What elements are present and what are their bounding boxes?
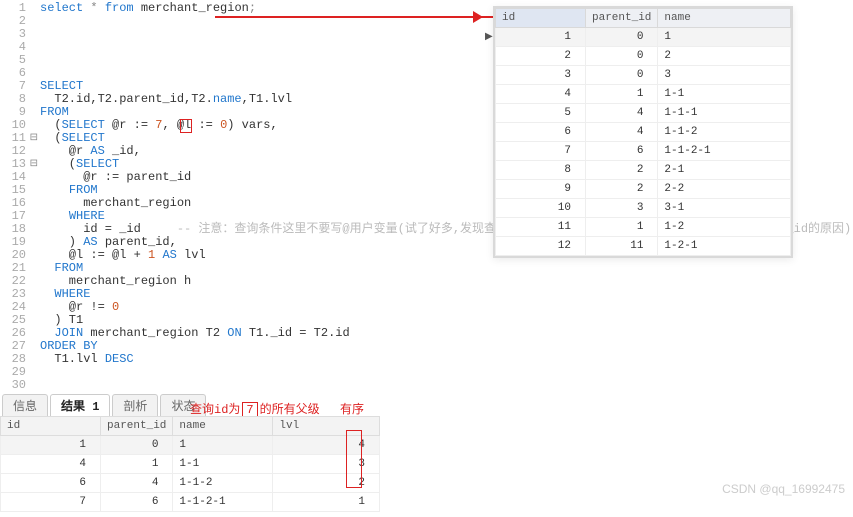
result-grid[interactable]: id parent_id name lvl ▶1014411-13641-1-2… xyxy=(0,416,380,512)
result-tabs: 信息 结果 1 剖析 状态 xyxy=(2,396,206,416)
table-row[interactable]: 411-1 xyxy=(496,85,791,104)
fold-icon[interactable]: ⊟ xyxy=(30,158,38,170)
watermark: CSDN @qq_16992475 xyxy=(722,482,845,496)
table-row[interactable]: 1033-1 xyxy=(496,199,791,218)
fold-icon[interactable]: ⊟ xyxy=(30,132,38,144)
table-row[interactable]: 641-1-22 xyxy=(1,474,380,493)
table-row[interactable]: 761-1-2-11 xyxy=(1,493,380,512)
tab-result[interactable]: 结果 1 xyxy=(50,394,110,416)
table-row[interactable]: 541-1-1 xyxy=(496,104,791,123)
merchant-region-data-popup: id parent_id name ▶101202303411-1541-1-1… xyxy=(493,6,793,258)
table-row[interactable]: 761-1-2-1 xyxy=(496,142,791,161)
table-row[interactable]: 202 xyxy=(496,47,791,66)
code-line[interactable]: select * from merchant_region; xyxy=(40,2,256,15)
tab-profile[interactable]: 剖析 xyxy=(112,394,158,416)
annotation-ordered: 有序 xyxy=(340,400,364,417)
table-row[interactable]: 303 xyxy=(496,66,791,85)
param-highlight-box xyxy=(180,119,192,133)
table-row[interactable]: 12111-2-1 xyxy=(496,237,791,256)
col-id[interactable]: id xyxy=(496,9,586,28)
rcol-id[interactable]: id xyxy=(1,417,101,436)
rcol-lvl[interactable]: lvl xyxy=(273,417,380,436)
line-number: 30 xyxy=(12,379,26,392)
line-gutter: 1234567891011⊟1213⊟141516171819202122232… xyxy=(0,0,30,392)
code-line[interactable]: T2.id,T2.parent_id,T2.name,T1.lvl xyxy=(40,93,292,106)
rcol-parent-id[interactable]: parent_id xyxy=(101,417,173,436)
table-row[interactable]: ▶101 xyxy=(496,28,791,47)
col-parent-id[interactable]: parent_id xyxy=(586,9,658,28)
table-row[interactable]: 922-2 xyxy=(496,180,791,199)
tab-info[interactable]: 信息 xyxy=(2,394,48,416)
rcol-name[interactable]: name xyxy=(173,417,273,436)
code-line[interactable]: T1.lvl DESC xyxy=(40,353,134,366)
col-name[interactable]: name xyxy=(658,9,791,28)
table-row[interactable]: 411-13 xyxy=(1,455,380,474)
lvl-highlight-box xyxy=(346,430,362,488)
table-row[interactable]: 641-1-2 xyxy=(496,123,791,142)
table-row[interactable]: 822-1 xyxy=(496,161,791,180)
table-row[interactable]: 1111-2 xyxy=(496,218,791,237)
table-row[interactable]: ▶1014 xyxy=(1,436,380,455)
